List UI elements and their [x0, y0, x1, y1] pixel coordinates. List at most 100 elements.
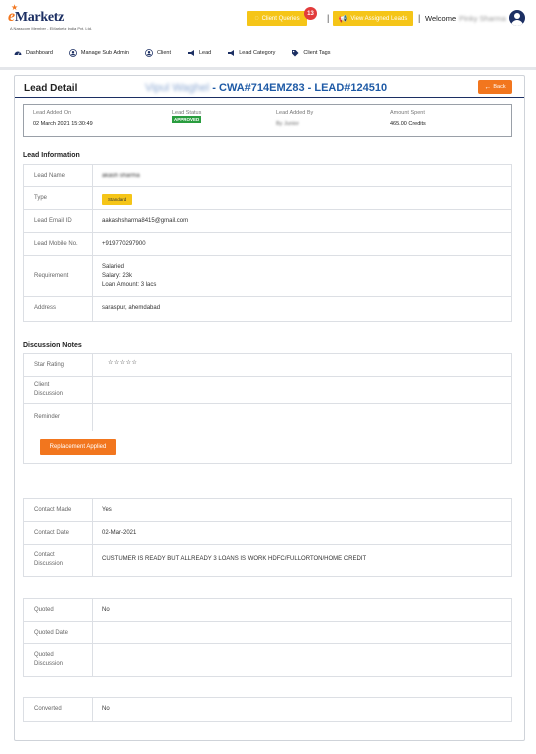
lead-mobile-link[interactable]: +919770297900 [102, 240, 146, 249]
summary-amount: Amount Spent 465.00 Credits [390, 110, 426, 127]
table-row: Requirement Salaried Salary: 23k Loan Am… [24, 256, 511, 297]
nav-label: Lead [199, 50, 212, 56]
view-assigned-leads-button[interactable]: 📢 View Assigned Leads [333, 11, 413, 26]
view-assigned-leads-label: View Assigned Leads [350, 15, 408, 22]
converted-table: Converted No [23, 697, 512, 722]
table-row: Quoted No [24, 599, 511, 622]
client-code: - CWA#714EMZ83 - [209, 82, 315, 94]
table-row: Lead Email ID aakashsharma8415@gmail.com [24, 210, 511, 233]
summary-added-on: Lead Added On 02 March 2021 15:30:49 [33, 110, 93, 127]
summary-value: 465.00 Credits [390, 121, 426, 127]
lead-detail-card: Lead Detail Vipul Waghel - CWA#714EMZ83 … [14, 75, 525, 741]
table-row: Reminder [24, 404, 511, 431]
nav-divider [0, 67, 536, 70]
client-name: Vipul Waghel [145, 82, 210, 94]
lead-email-link[interactable]: aakashsharma8415@gmail.com [102, 217, 188, 226]
row-label: Client Discussion [34, 382, 64, 397]
row-label: Contact Made [34, 507, 72, 513]
logo-tagline: A Nasscom Member - EMarketz India Pvt. L… [10, 26, 93, 31]
user-circle-icon [69, 49, 77, 57]
lead-identifier: Vipul Waghel - CWA#714EMZ83 - LEAD#12451… [145, 82, 387, 94]
replacement-applied-button[interactable]: Replacement Applied [40, 439, 116, 455]
row-label: Reminder [34, 414, 61, 420]
row-label: Type [34, 195, 48, 201]
quoted-value: No [102, 607, 110, 613]
table-row: Contact Discussion CUSTUMER IS READY BUT … [24, 545, 511, 576]
table-row: Lead Mobile No. +919770297900 [24, 233, 511, 256]
megaphone-icon: 📢 [338, 15, 348, 23]
lead-type-value: Standard [102, 194, 133, 205]
back-label: Back [493, 84, 506, 90]
type-badge: Standard [102, 194, 133, 205]
nav-label: Manage Sub Admin [80, 50, 129, 56]
section-heading-discussion-notes: Discussion Notes [23, 342, 82, 349]
client-queries-button[interactable]: ◌ Client Queries [247, 11, 307, 26]
back-button[interactable]: ← Back [478, 80, 512, 94]
section-heading-lead-information: Lead Information [23, 152, 80, 159]
brand-logo[interactable]: ★ eMarketz A Nasscom Member - EMarketz I… [8, 3, 92, 31]
table-row: Star Rating ☆☆☆☆☆ [24, 354, 511, 377]
header-separator: | [327, 13, 330, 23]
page-title: Lead Detail [24, 83, 78, 94]
logo-text: Marketz [14, 10, 65, 25]
table-row: Quoted Discussion [24, 644, 511, 676]
table-row: Contact Made Yes [24, 499, 511, 522]
table-row: Type Standard [24, 187, 511, 210]
lead-information-table: Lead Name akash sharma Type Standard Lea… [23, 164, 512, 322]
nav-item-lead[interactable]: Lead [187, 49, 211, 57]
contact-date-value: 02-Mar-2021 [102, 530, 137, 536]
row-label: Converted [34, 706, 62, 712]
client-queries-label: Client Queries [261, 15, 300, 22]
user-circle-icon [145, 49, 153, 57]
nav-item-manage-sub-admin[interactable]: Manage Sub Admin [69, 49, 129, 57]
row-label: Contact Date [34, 530, 70, 536]
status-badge: APPROVED [172, 116, 202, 123]
main-nav: Dashboard Manage Sub Admin Client Lead L… [0, 42, 536, 64]
user-name: Pinky Sharma [459, 14, 506, 23]
summary-label: Lead Added On [33, 110, 72, 116]
requirement-value: Salaried Salary: 23k Loan Amount: 3 lacs [102, 263, 156, 290]
row-label: Lead Mobile No. [34, 241, 78, 247]
row-label: Quoted Date [34, 630, 69, 636]
row-label: Address [34, 305, 57, 311]
welcome-label: Welcome [425, 14, 457, 23]
table-row: Contact Date 02-Mar-2021 [24, 522, 511, 545]
summary-status: Lead Status APPROVED [172, 110, 201, 123]
table-row: Converted No [24, 698, 511, 721]
title-divider [15, 97, 524, 98]
query-icon: ◌ [254, 15, 259, 22]
table-row: Address saraspur, ahemdabad [24, 297, 511, 321]
logo-star-icon: ★ [11, 3, 19, 12]
summary-label: Amount Spent [390, 110, 425, 116]
row-label: Quoted Discussion [34, 652, 64, 667]
discussion-notes-table: Star Rating ☆☆☆☆☆ Client Discussion Remin… [23, 353, 512, 464]
nav-item-dashboard[interactable]: Dashboard [14, 49, 53, 57]
lead-name-value: akash sharma [102, 173, 140, 179]
converted-value: No [102, 706, 110, 712]
nav-label: Lead Category [239, 50, 276, 56]
table-row: Lead Name akash sharma [24, 165, 511, 187]
user-avatar-icon[interactable] [509, 10, 525, 26]
address-value: saraspur, ahemdabad [102, 305, 161, 311]
nav-item-client-tags[interactable]: Client Tags [291, 49, 330, 57]
row-label: Lead Email ID [34, 218, 72, 224]
requirement-line: Salaried [102, 264, 125, 270]
dashboard-icon [14, 49, 22, 57]
star-rating-icon[interactable]: ☆☆☆☆☆ [108, 359, 137, 368]
nav-item-client[interactable]: Client [145, 49, 171, 57]
contact-made-value: Yes [102, 507, 112, 513]
nav-label: Dashboard [26, 50, 53, 56]
tag-icon [291, 49, 299, 57]
megaphone-icon [227, 49, 235, 57]
lead-code: LEAD#124510 [314, 82, 388, 94]
nav-label: Client Tags [303, 50, 331, 56]
table-row: Client Discussion [24, 377, 511, 404]
row-label: Star Rating [34, 362, 65, 368]
requirement-line: Salary: 23k [102, 273, 133, 279]
summary-label: Lead Added By [276, 110, 314, 116]
quoted-table: Quoted No Quoted Date Quoted Discussion [23, 598, 512, 677]
summary-value: 02 March 2021 15:30:49 [33, 121, 93, 127]
nav-item-lead-category[interactable]: Lead Category [227, 49, 275, 57]
row-label: Contact Discussion [34, 552, 64, 567]
arrow-left-icon: ← [484, 83, 492, 91]
